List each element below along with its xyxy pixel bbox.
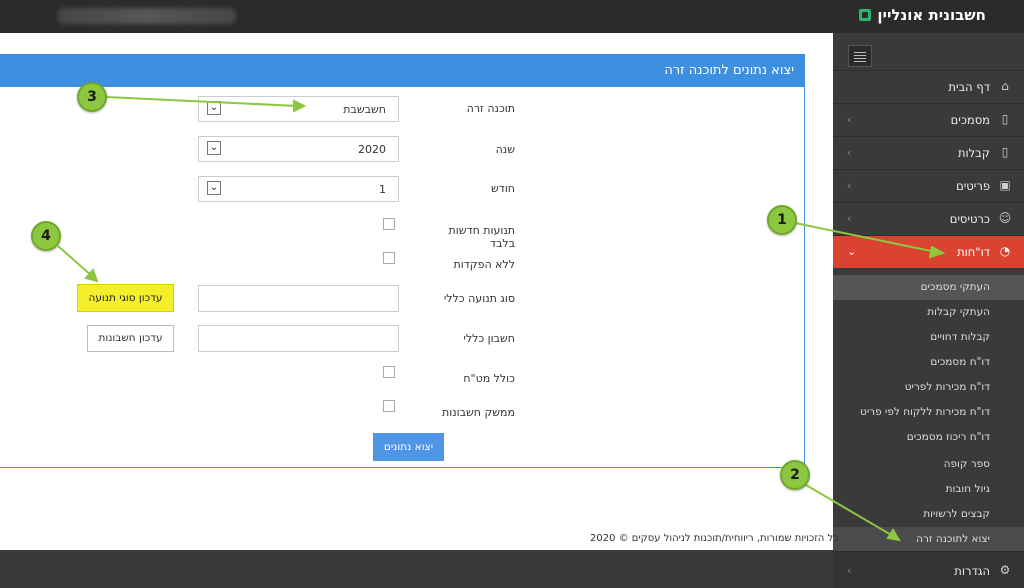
annotation-marker-1: 1 xyxy=(767,205,797,235)
annotation-marker-2: 2 xyxy=(780,460,810,490)
annotation-marker-3: 3 xyxy=(77,82,107,112)
annotation-arrows xyxy=(57,96,946,542)
annotation-marker-4: 4 xyxy=(31,221,61,251)
